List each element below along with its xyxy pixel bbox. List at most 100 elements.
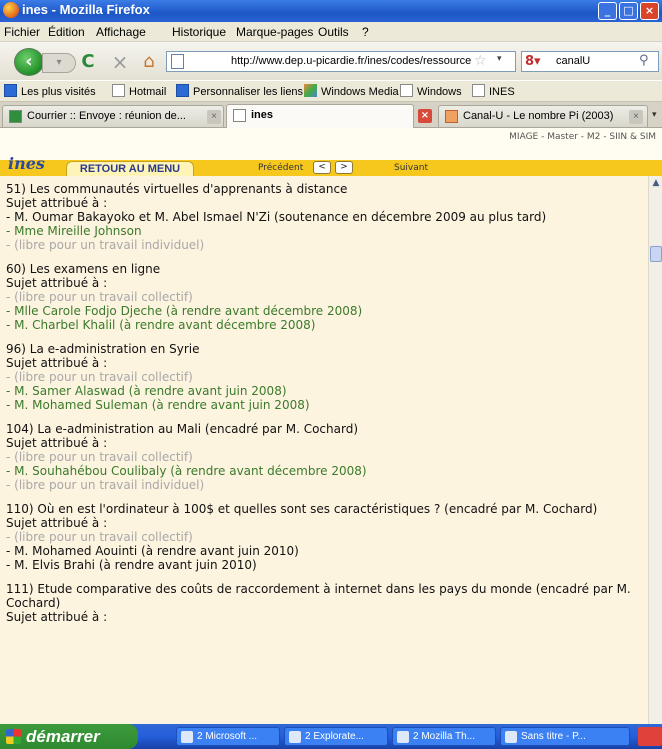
minimize-icon: _ bbox=[604, 4, 611, 17]
bookmark-label: INES bbox=[489, 86, 515, 98]
tab-label: Canal-U - Le nombre Pi (2003) bbox=[463, 110, 614, 122]
menu-marque-pages[interactable]: Marque-pages bbox=[236, 25, 313, 39]
url-dropdown-icon[interactable]: ▾ bbox=[497, 54, 502, 64]
back-button[interactable]: ‹ bbox=[14, 48, 44, 76]
start-button[interactable]: démarrer bbox=[0, 724, 138, 749]
url-text[interactable]: http://www.dep.u-picardie.fr/ines/codes/… bbox=[231, 55, 471, 67]
bookmark-windows-media[interactable]: Windows Media bbox=[304, 84, 399, 100]
tab-close-icon[interactable]: × bbox=[207, 110, 221, 124]
back-arrow-icon: ‹ bbox=[25, 51, 33, 72]
menu-help[interactable]: ? bbox=[362, 25, 369, 39]
tab-ines[interactable]: ines bbox=[226, 104, 414, 128]
back-to-menu-button[interactable]: RETOUR AU MENU bbox=[66, 161, 194, 176]
taskbar-item-paint[interactable]: Sans titre - P... bbox=[500, 727, 630, 746]
next-arrow-icon[interactable]: > bbox=[335, 161, 353, 174]
assignee-free: - (libre pour un travail collectif) bbox=[6, 370, 193, 384]
menu-historique[interactable]: Historique bbox=[172, 25, 226, 39]
bookmark-plus-visites[interactable]: Les plus visités bbox=[4, 84, 96, 100]
subject-110: 110) Où en est l'ordinateur à 100$ et qu… bbox=[6, 502, 642, 572]
bookmark-star-icon[interactable]: ☆ bbox=[474, 53, 487, 69]
bookmark-personnaliser[interactable]: Personnaliser les liens bbox=[176, 84, 303, 100]
scroll-thumb[interactable] bbox=[650, 246, 662, 262]
assignee: - M. Elvis Brahi (à rendre avant juin 20… bbox=[6, 558, 257, 572]
page-icon bbox=[233, 109, 246, 122]
scroll-up-icon[interactable]: ▲ bbox=[649, 176, 662, 190]
menu-edition[interactable]: Édition bbox=[48, 25, 85, 39]
tab-close-icon[interactable]: × bbox=[629, 110, 643, 124]
bookmark-label: Les plus visités bbox=[21, 86, 96, 98]
window-title-bar[interactable]: ines - Mozilla Firefox _ □ × bbox=[0, 0, 662, 22]
search-icon[interactable]: ⚲ bbox=[639, 53, 649, 68]
canal-u-icon bbox=[445, 110, 458, 123]
ines-logo[interactable]: ines bbox=[8, 154, 45, 173]
vertical-scrollbar[interactable]: ▲ bbox=[648, 176, 662, 724]
assignee: - M. Samer Alaswad (à rendre avant juin … bbox=[6, 384, 287, 398]
reload-icon[interactable]: C bbox=[78, 52, 98, 72]
bookmark-label: Windows Media bbox=[321, 86, 399, 98]
next-label[interactable]: Suivant bbox=[394, 163, 428, 173]
start-label: démarrer bbox=[26, 727, 100, 746]
tab-label: Courrier :: Envoye : réunion de... bbox=[27, 110, 186, 122]
previous-label[interactable]: Précédent bbox=[258, 163, 303, 173]
tab-list-dropdown-icon[interactable]: ▾ bbox=[652, 110, 657, 120]
bookmark-windows[interactable]: Windows bbox=[400, 84, 462, 100]
taskbar-label: Sans titre - P... bbox=[521, 731, 586, 742]
previous-arrow-icon[interactable]: < bbox=[313, 161, 331, 174]
assignee-free: - (libre pour un travail collectif) bbox=[6, 450, 193, 464]
menu-fichier[interactable]: Fichier bbox=[4, 25, 40, 39]
search-input[interactable]: canalU bbox=[556, 55, 590, 67]
search-engine-icon[interactable]: 8▾ bbox=[525, 54, 547, 69]
taskbar-item-mozilla[interactable]: 2 Mozilla Th... bbox=[392, 727, 496, 746]
tab-courrier[interactable]: Courrier :: Envoye : réunion de... × bbox=[2, 105, 224, 127]
forward-button[interactable]: ▾ bbox=[42, 53, 76, 73]
assignee: - Mlle Carole Fodjo Djeche (à rendre ava… bbox=[6, 304, 363, 318]
menu-affichage[interactable]: Affichage bbox=[96, 25, 146, 39]
bookmark-ines[interactable]: INES bbox=[472, 84, 515, 100]
assignee-free: - (libre pour un travail collectif) bbox=[6, 290, 193, 304]
subject-title: 104) La e-administration au Mali (encadr… bbox=[6, 422, 359, 436]
window-title: ines - Mozilla Firefox bbox=[22, 2, 150, 17]
tab-canal-u[interactable]: Canal-U - Le nombre Pi (2003) × bbox=[438, 105, 648, 127]
page-icon bbox=[400, 84, 413, 97]
assigned-label: Sujet attribué à : bbox=[6, 436, 108, 450]
taskbar-label: 2 Microsoft ... bbox=[197, 731, 258, 742]
subject-104: 104) La e-administration au Mali (encadr… bbox=[6, 422, 642, 492]
firefox-icon bbox=[3, 2, 19, 18]
bookmark-hotmail[interactable]: Hotmail bbox=[112, 84, 166, 100]
taskbar-label: 2 Mozilla Th... bbox=[413, 731, 476, 742]
subject-title: 110) Où en est l'ordinateur à 100$ et qu… bbox=[6, 502, 598, 516]
folder-icon bbox=[289, 731, 301, 743]
maximize-button[interactable]: □ bbox=[619, 2, 638, 20]
assignee: - M. Charbel Khalil (à rendre avant déce… bbox=[6, 318, 316, 332]
subject-title: 111) Etude comparative des coûts de racc… bbox=[6, 582, 631, 610]
maximize-icon: □ bbox=[623, 4, 634, 17]
menu-outils[interactable]: Outils bbox=[318, 25, 349, 39]
search-bar[interactable]: 8▾ canalU ⚲ bbox=[521, 51, 659, 72]
taskbar-label: 2 Explorate... bbox=[305, 731, 364, 742]
forward-dropdown-icon: ▾ bbox=[56, 57, 62, 68]
menu-bar: Fichier Édition Affichage Historique Mar… bbox=[0, 22, 662, 42]
minimize-button[interactable]: _ bbox=[598, 2, 617, 20]
link-icon bbox=[176, 84, 189, 97]
bookmark-folder-icon bbox=[4, 84, 17, 97]
home-icon[interactable]: ⌂ bbox=[138, 52, 160, 72]
assignee: - M. Mohamed Suleman (à rendre avant jui… bbox=[6, 398, 310, 412]
taskbar-item-microsoft[interactable]: 2 Microsoft ... bbox=[176, 727, 280, 746]
subject-title: 60) Les examens en ligne bbox=[6, 262, 161, 276]
windows-taskbar: démarrer 2 Microsoft ... 2 Explorate... … bbox=[0, 724, 662, 749]
stop-icon[interactable]: × bbox=[110, 52, 130, 72]
taskbar-tray-icon[interactable] bbox=[638, 727, 662, 746]
media-icon bbox=[304, 84, 317, 97]
page-icon bbox=[112, 84, 125, 97]
taskbar-item-explorateur[interactable]: 2 Explorate... bbox=[284, 727, 388, 746]
url-bar[interactable]: http://www.dep.u-picardie.fr/ines/codes/… bbox=[166, 51, 516, 72]
bookmark-label: Windows bbox=[417, 86, 462, 98]
tab-close-icon[interactable]: × bbox=[418, 109, 432, 123]
assignee-free: - (libre pour un travail collectif) bbox=[6, 530, 193, 544]
page-icon bbox=[171, 54, 184, 69]
subject-111: 111) Etude comparative des coûts de racc… bbox=[6, 582, 642, 624]
assignee-free: - (libre pour un travail individuel) bbox=[6, 238, 205, 252]
close-button[interactable]: × bbox=[640, 2, 659, 20]
main-content: 51) Les communautés virtuelles d'apprena… bbox=[0, 176, 648, 724]
assigned-label: Sujet attribué à : bbox=[6, 516, 108, 530]
